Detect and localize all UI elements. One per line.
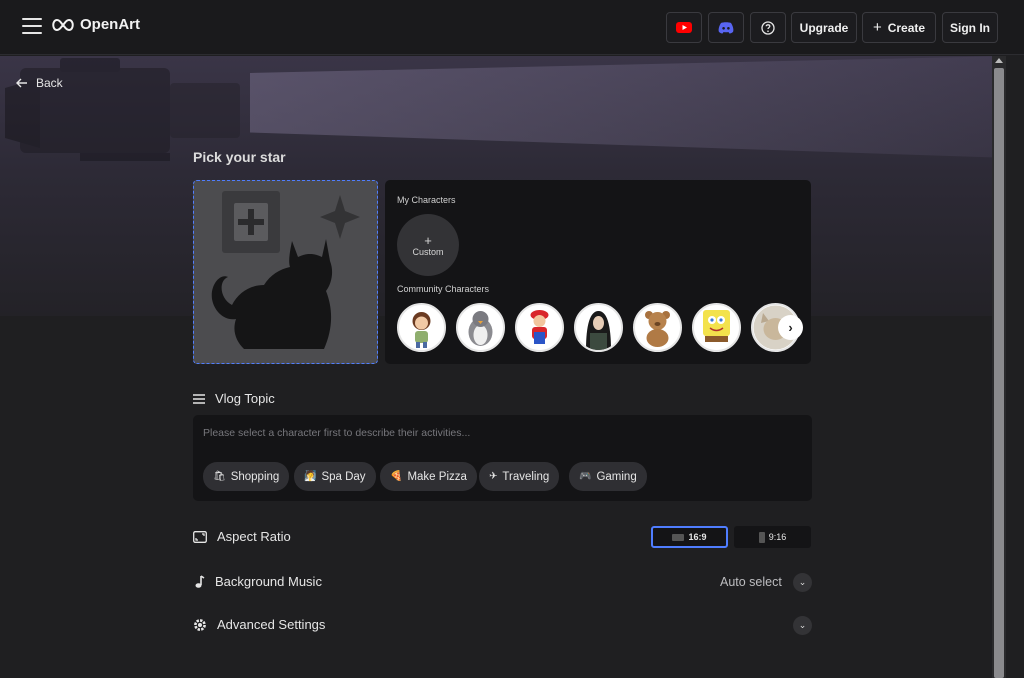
aspect-ratio-icon [193,530,207,543]
background-music-header: Background Music [193,574,322,589]
chip-label: Traveling [502,470,550,483]
back-label: Back [36,76,63,90]
penguin-icon [468,311,493,346]
character-avatar-girl[interactable] [397,303,446,352]
chip-label: Shopping [230,470,280,483]
goth-girl-character-icon [586,311,611,350]
character-avatar-penguin[interactable] [456,303,505,352]
ratio-9-16-button[interactable]: 9:16 [734,526,811,548]
help-button[interactable] [750,12,786,43]
character-avatar-sponge[interactable] [692,303,741,352]
landscape-icon [672,533,685,541]
advanced-settings-header[interactable]: Advanced Settings [193,617,325,632]
chip-make-pizza[interactable]: 🍕 Make Pizza [380,462,477,491]
chip-shopping[interactable]: 🛍 Shopping [203,462,290,491]
list-icon [193,393,205,404]
portrait-icon [758,531,765,543]
arrow-left-icon [16,78,27,88]
music-value: Auto select [720,575,782,589]
ratio-16-9-button[interactable]: 16:9 [651,526,728,548]
vlog-topic-header: Vlog Topic [193,391,275,406]
scrollbar-thumb[interactable] [994,68,1004,678]
vlog-topic-input[interactable]: Please select a character first to descr… [193,415,812,501]
discord-button[interactable] [708,12,744,43]
carousel-next-button[interactable]: › [778,315,803,340]
community-characters-label: Community Characters [397,284,490,294]
chip-label: Make Pizza [407,470,467,483]
gear-icon [194,618,206,631]
vlog-topic-title: Vlog Topic [215,391,275,406]
pizza-icon: 🍕 [390,471,403,482]
top-bar: OpenArt Upgrade + Create Sign In [0,0,1024,55]
shopping-bag-icon: 🛍 [213,471,226,482]
ratio-label: 16:9 [688,532,707,542]
aspect-ratio-header: Aspect Ratio [193,529,291,544]
characters-panel: My Characters + Custom Community Charact… [385,180,811,364]
sponge-character-icon [703,310,730,342]
menu-icon[interactable] [22,18,42,34]
spa-icon: 🧖 [304,471,317,482]
custom-label: Custom [412,246,444,257]
advanced-settings-title: Advanced Settings [217,617,326,632]
create-label: Create [887,20,926,35]
openart-logo-icon [52,18,74,31]
custom-character-button[interactable]: + Custom [397,214,459,276]
back-link[interactable]: Back [16,76,63,90]
signin-button[interactable]: Sign In [942,12,998,43]
chevron-down-icon: ⌄ [798,620,807,630]
chevron-right-icon: › [788,320,793,335]
airplane-icon: ✈ [489,471,498,482]
ratio-label: 9:16 [768,532,787,542]
page-edge [1006,56,1024,678]
chip-label: Spa Day [321,470,366,483]
topic-placeholder: Please select a character first to descr… [203,427,471,439]
chip-spa-day[interactable]: 🧖 Spa Day [294,462,376,491]
pick-star-title: Pick your star [193,149,286,165]
youtube-icon [676,22,692,33]
character-avatar-teddy-bear[interactable] [633,303,682,352]
music-select[interactable]: Auto select [720,575,782,589]
youtube-button[interactable] [666,12,702,43]
background-music-title: Background Music [215,574,322,589]
upgrade-button[interactable]: Upgrade [791,12,857,43]
chip-label: Gaming [596,470,637,483]
girl-character-icon [412,312,431,348]
chip-traveling[interactable]: ✈ Traveling [479,462,560,491]
help-icon [761,20,775,35]
character-avatar-goth-girl[interactable] [574,303,623,352]
chip-gaming[interactable]: 🎮 Gaming [569,462,647,491]
brand-name: OpenArt [80,16,140,33]
character-upload-area[interactable] [193,180,378,364]
upgrade-label: Upgrade [799,20,849,35]
music-dropdown-toggle[interactable]: ⌄ [793,573,812,592]
plus-icon: + [424,232,432,248]
chevron-down-icon: ⌄ [798,577,807,587]
gamepad-icon: 🎮 [579,471,592,482]
my-characters-label: My Characters [397,195,456,205]
character-avatar-plumber[interactable] [515,303,564,352]
discord-icon [718,21,734,34]
scroll-up-arrow-icon[interactable] [995,58,1003,63]
teddy-bear-icon [645,311,670,347]
aspect-ratio-title: Aspect Ratio [217,529,291,544]
signin-label: Sign In [950,20,990,35]
cat-upload-illustration [211,191,360,349]
advanced-settings-toggle[interactable]: ⌄ [793,616,812,635]
music-note-icon [195,574,205,588]
logo[interactable]: OpenArt [51,16,140,33]
plus-icon: + [872,19,882,36]
plumber-character-icon [530,310,553,344]
create-button[interactable]: + Create [862,12,936,43]
